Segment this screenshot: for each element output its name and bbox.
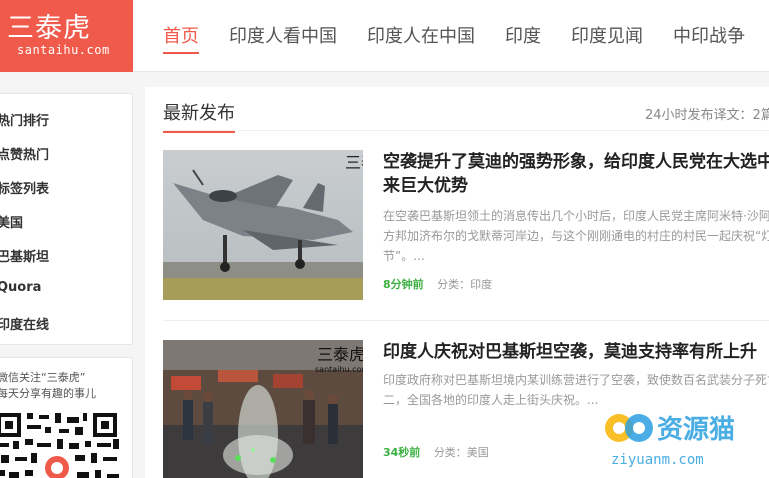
site-watermark-logo: 资源猫 ziyuanm.com — [605, 414, 735, 468]
site-header: 三泰虎 santaihu.com 首页 印度人看中国 印度人在中国 印度 印度见闻 中印战… — [0, 0, 769, 72]
sidebar-item-usa[interactable]: 美国 — [0, 212, 23, 231]
thumb-watermark-domain: santaihu.com — [315, 365, 363, 374]
sidebar-menu: 热门排行 点赞热门 标签列表 美国 巴基斯坦 Quora 印度在线 — [0, 93, 133, 345]
logo-domain-text: santaihu.com — [17, 43, 110, 57]
section-meta-count: 24小时发布译文：2篇 — [645, 108, 769, 123]
sidebar-item-hot-ranking[interactable]: 热门排行 — [0, 110, 49, 129]
sidebar-item-pakistan[interactable]: 巴基斯坦 — [0, 246, 49, 265]
article-summary: 在空袭巴基斯坦领土的消息传出几个小时后，印度人民党主席阿米特·沙阿在北方邦加济布… — [383, 209, 769, 263]
article-title[interactable]: 印度人庆祝对巴基斯坦空袭，莫迪支持率有所上升 — [383, 340, 769, 364]
article-thumbnail-fighter-jet[interactable]: 三泰虎 — [163, 150, 363, 300]
section-divider — [163, 130, 769, 131]
main-nav: 首页 印度人看中国 印度人在中国 印度 印度见闻 中印战争 — [163, 22, 769, 54]
nav-item-sino-indian-war[interactable]: 中印战争 — [673, 22, 745, 52]
watermark-domain-text: ziyuanm.com — [611, 452, 704, 468]
article-time: 34秒前 — [383, 446, 421, 459]
article-category[interactable]: 分类：美国 — [434, 446, 489, 459]
nav-item-india-travel[interactable]: 印度见闻 — [571, 22, 643, 52]
sidebar-item-tag-list[interactable]: 标签列表 — [0, 178, 49, 197]
section-title-latest: 最新发布 — [163, 99, 235, 133]
article-thumbnail-celebration[interactable]: 三泰虎 santaihu.com — [163, 340, 363, 478]
article-meta: 8分钟前 分类：印度 — [383, 276, 492, 292]
nav-item-india[interactable]: 印度 — [505, 22, 541, 52]
nav-item-indians-in-china[interactable]: 印度人在中国 — [367, 22, 475, 52]
sidebar-item-india-online[interactable]: 印度在线 — [0, 314, 49, 333]
nav-item-indians-view-china[interactable]: 印度人看中国 — [229, 22, 337, 52]
wechat-follow-line2: 每天分享有趣的事儿 — [0, 387, 96, 400]
qr-code-image — [0, 410, 121, 478]
wechat-follow-box: 微信关注“三泰虎” 每天分享有趣的事儿 — [0, 357, 133, 478]
logo-chinese-text: 三泰虎 — [7, 13, 91, 44]
thumb-watermark: 三泰虎 — [317, 345, 363, 364]
wechat-follow-line1: 微信关注“三泰虎” — [0, 371, 86, 384]
nav-item-home[interactable]: 首页 — [163, 22, 199, 54]
article-divider — [163, 320, 769, 321]
article-category[interactable]: 分类：印度 — [437, 278, 492, 291]
watermark-chinese-text: 资源猫 — [657, 415, 735, 445]
wechat-follow-text: 微信关注“三泰虎” 每天分享有趣的事儿 — [0, 370, 96, 402]
article-meta: 34秒前 分类：美国 — [383, 444, 489, 460]
article-title[interactable]: 空袭提升了莫迪的强势形象，给印度人民党在大选中带来巨大优势 — [383, 150, 769, 198]
thumb-watermark: 三泰虎 — [345, 153, 363, 172]
sidebar-item-quora[interactable]: Quora — [0, 280, 41, 295]
sidebar-item-liked-hot[interactable]: 点赞热门 — [0, 144, 49, 163]
article-time: 8分钟前 — [383, 278, 424, 291]
site-logo[interactable]: 三泰虎 santaihu.com — [0, 0, 133, 72]
